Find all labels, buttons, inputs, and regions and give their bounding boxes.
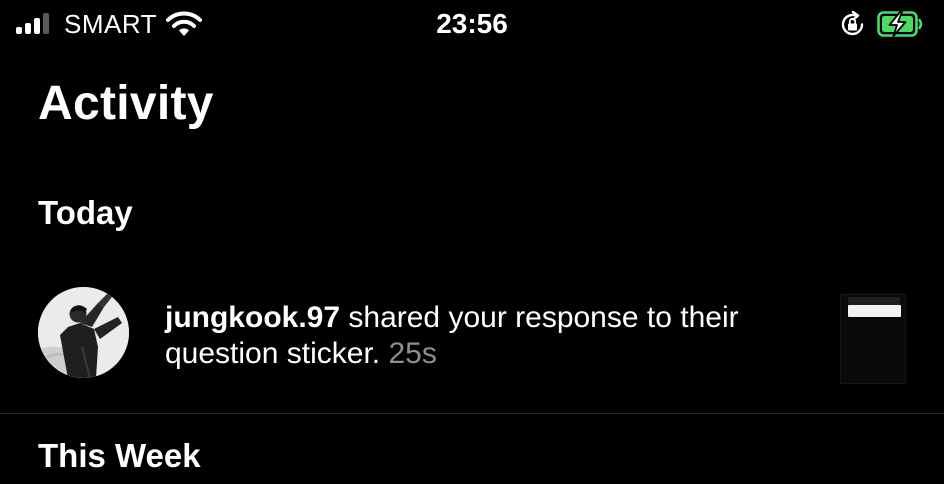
orientation-lock-icon	[841, 11, 864, 36]
thumbnail-header	[848, 297, 900, 305]
thumbnail-question-sticker	[848, 305, 901, 317]
battery-charging-icon	[877, 11, 923, 37]
activity-username[interactable]: jungkook.97	[165, 301, 340, 334]
section-heading-this-week: This Week	[38, 437, 201, 474]
section-heading-today: Today	[38, 194, 133, 231]
status-time: 23:56	[436, 8, 508, 39]
activity-timestamp: 25s	[388, 337, 437, 370]
section-divider	[0, 413, 944, 414]
story-thumbnail[interactable]	[840, 294, 906, 384]
activity-item[interactable]: jungkook.97 shared your response to thei…	[0, 280, 944, 414]
avatar[interactable]	[38, 287, 129, 378]
page-title: Activity	[38, 77, 214, 130]
activity-message: jungkook.97 shared your response to thei…	[165, 300, 815, 372]
status-bar: SMART 23:56	[0, 0, 944, 50]
